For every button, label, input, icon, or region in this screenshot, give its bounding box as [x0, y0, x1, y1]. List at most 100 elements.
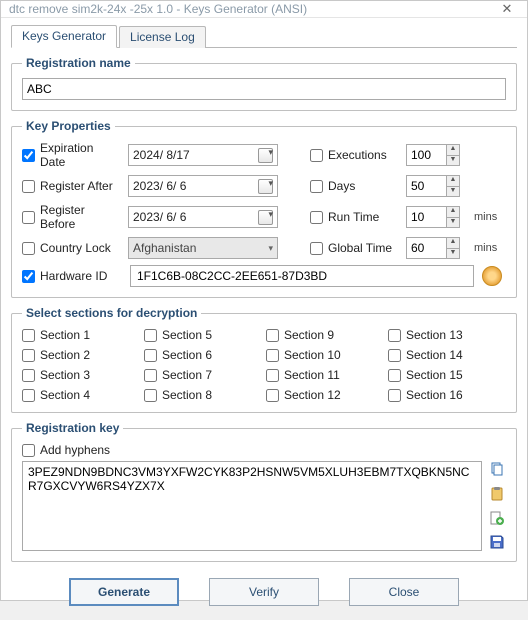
- register-after-check[interactable]: Register After: [22, 179, 122, 193]
- country-lock-value: Afghanistan: [133, 241, 196, 255]
- section-check[interactable]: Section 10: [266, 348, 384, 362]
- key-properties-legend: Key Properties: [22, 119, 115, 133]
- action-buttons: Generate Verify Close: [11, 570, 517, 610]
- hardware-id-checkbox[interactable]: [22, 270, 35, 283]
- registration-key-legend: Registration key: [22, 421, 123, 435]
- registration-name-legend: Registration name: [22, 56, 135, 70]
- key-properties-grid: Expiration Date 2024/ 8/17 Executions ▲▼: [22, 141, 506, 287]
- section-check[interactable]: Section 9: [266, 328, 384, 342]
- run-time-checkbox[interactable]: [310, 211, 323, 224]
- key-side-buttons: [488, 461, 506, 551]
- add-icon[interactable]: [488, 509, 506, 527]
- section-check[interactable]: Section 2: [22, 348, 140, 362]
- spin-up-icon[interactable]: ▲: [446, 144, 460, 155]
- generate-button[interactable]: Generate: [69, 578, 179, 606]
- run-time-unit: mins: [474, 211, 502, 223]
- spin-up-icon[interactable]: ▲: [446, 175, 460, 186]
- global-time-check[interactable]: Global Time: [310, 241, 400, 255]
- section-check[interactable]: Section 4: [22, 388, 140, 402]
- spin-down-icon[interactable]: ▼: [446, 248, 460, 260]
- register-after-value: 2023/ 6/ 6: [133, 179, 186, 193]
- registration-name-input[interactable]: [22, 78, 506, 100]
- section-check[interactable]: Section 3: [22, 368, 140, 382]
- hardware-id-label: Hardware ID: [40, 269, 107, 283]
- global-time-spinner[interactable]: ▲▼: [406, 237, 468, 259]
- section-check[interactable]: Section 7: [144, 368, 262, 382]
- copy-icon[interactable]: [488, 461, 506, 479]
- section-check[interactable]: Section 15: [388, 368, 506, 382]
- executions-spinner[interactable]: ▲▼: [406, 144, 468, 166]
- days-spinner[interactable]: ▲▼: [406, 175, 468, 197]
- run-time-check[interactable]: Run Time: [310, 210, 400, 224]
- titlebar: dtc remove sim2k-24x -25x 1.0 - Keys Gen…: [1, 1, 527, 18]
- group-key-properties: Key Properties Expiration Date 2024/ 8/1…: [11, 119, 517, 298]
- global-time-unit: mins: [474, 242, 502, 254]
- group-registration-name: Registration name: [11, 56, 517, 111]
- sections-grid: Section 1 Section 5 Section 9 Section 13…: [22, 328, 506, 402]
- executions-check[interactable]: Executions: [310, 148, 400, 162]
- run-time-input[interactable]: [406, 206, 446, 228]
- spin-up-icon[interactable]: ▲: [446, 237, 460, 248]
- executions-input[interactable]: [406, 144, 446, 166]
- close-button[interactable]: Close: [349, 578, 459, 606]
- country-lock-combo[interactable]: Afghanistan ▾: [128, 237, 278, 259]
- executions-label: Executions: [328, 148, 387, 162]
- days-checkbox[interactable]: [310, 180, 323, 193]
- group-sections: Select sections for decryption Section 1…: [11, 306, 517, 413]
- close-icon[interactable]: ✕: [493, 1, 521, 17]
- section-check[interactable]: Section 8: [144, 388, 262, 402]
- spin-up-icon[interactable]: ▲: [446, 206, 460, 217]
- run-time-spinner[interactable]: ▲▼: [406, 206, 468, 228]
- expiration-date-picker[interactable]: 2024/ 8/17: [128, 144, 278, 166]
- spin-down-icon[interactable]: ▼: [446, 217, 460, 229]
- days-label: Days: [328, 179, 355, 193]
- add-hyphens-check[interactable]: Add hyphens: [22, 443, 506, 457]
- register-before-value: 2023/ 6/ 6: [133, 210, 186, 224]
- register-before-check[interactable]: Register Before: [22, 203, 122, 231]
- register-after-picker[interactable]: 2023/ 6/ 6: [128, 175, 278, 197]
- verify-button[interactable]: Verify: [209, 578, 319, 606]
- days-check[interactable]: Days: [310, 179, 400, 193]
- registration-key-textarea[interactable]: [22, 461, 482, 551]
- section-check[interactable]: Section 12: [266, 388, 384, 402]
- tab-license-log[interactable]: License Log: [119, 26, 206, 48]
- spin-down-icon[interactable]: ▼: [446, 186, 460, 198]
- register-after-label: Register After: [40, 179, 113, 193]
- expiration-date-value: 2024/ 8/17: [133, 148, 190, 162]
- save-icon[interactable]: [488, 533, 506, 551]
- section-check[interactable]: Section 14: [388, 348, 506, 362]
- spin-down-icon[interactable]: ▼: [446, 155, 460, 167]
- section-check[interactable]: Section 5: [144, 328, 262, 342]
- calendar-icon[interactable]: [258, 148, 273, 163]
- global-time-input[interactable]: [406, 237, 446, 259]
- tab-keys-generator[interactable]: Keys Generator: [11, 25, 117, 48]
- days-input[interactable]: [406, 175, 446, 197]
- register-before-picker[interactable]: 2023/ 6/ 6: [128, 206, 278, 228]
- hardware-id-input[interactable]: [130, 265, 474, 287]
- expiration-date-label: Expiration Date: [40, 141, 122, 169]
- fingerprint-icon[interactable]: [482, 266, 502, 286]
- expiration-date-checkbox[interactable]: [22, 149, 35, 162]
- add-hyphens-checkbox[interactable]: [22, 444, 35, 457]
- country-lock-checkbox[interactable]: [22, 242, 35, 255]
- run-time-label: Run Time: [328, 210, 379, 224]
- paste-icon[interactable]: [488, 485, 506, 503]
- hardware-id-check[interactable]: Hardware ID: [22, 269, 122, 283]
- section-check[interactable]: Section 1: [22, 328, 140, 342]
- section-check[interactable]: Section 6: [144, 348, 262, 362]
- calendar-icon[interactable]: [258, 179, 273, 194]
- section-check[interactable]: Section 11: [266, 368, 384, 382]
- calendar-icon[interactable]: [258, 210, 273, 225]
- global-time-checkbox[interactable]: [310, 242, 323, 255]
- group-registration-key: Registration key Add hyphens: [11, 421, 517, 562]
- expiration-date-check[interactable]: Expiration Date: [22, 141, 122, 169]
- app-window: dtc remove sim2k-24x -25x 1.0 - Keys Gen…: [0, 0, 528, 601]
- section-check[interactable]: Section 16: [388, 388, 506, 402]
- register-after-checkbox[interactable]: [22, 180, 35, 193]
- register-before-checkbox[interactable]: [22, 211, 35, 224]
- executions-checkbox[interactable]: [310, 149, 323, 162]
- country-lock-check[interactable]: Country Lock: [22, 241, 122, 255]
- client-area: Keys Generator License Log Registration …: [1, 18, 527, 620]
- section-check[interactable]: Section 13: [388, 328, 506, 342]
- window-title: dtc remove sim2k-24x -25x 1.0 - Keys Gen…: [9, 2, 493, 16]
